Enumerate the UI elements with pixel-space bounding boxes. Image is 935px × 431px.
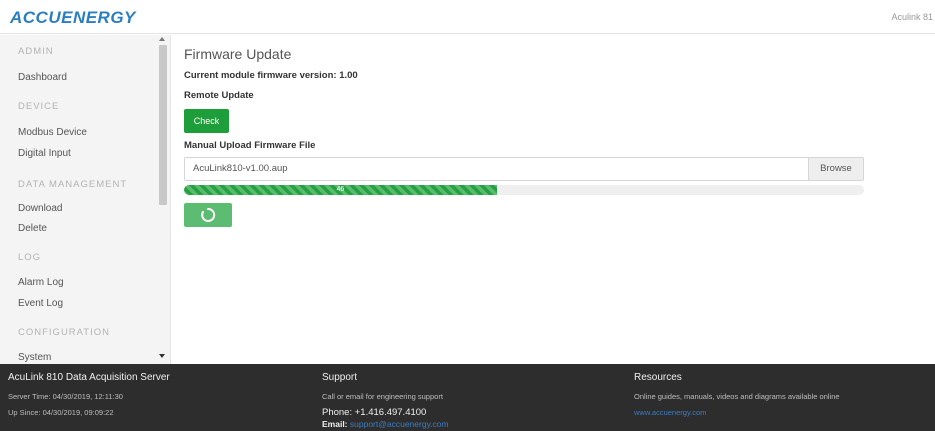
sidebar-item-download[interactable]: Download	[18, 203, 62, 214]
sidebar-section-device: DEVICE	[18, 101, 60, 112]
support-email-link[interactable]: support@accuenergy.com	[350, 419, 449, 429]
sidebar-item-delete[interactable]: Delete	[18, 223, 47, 234]
upload-progress: 46	[184, 185, 864, 195]
firmware-version-value: 1.00	[339, 70, 358, 81]
sidebar-item-modbus-device[interactable]: Modbus Device	[18, 127, 87, 138]
sidebar-item-alarm-log[interactable]: Alarm Log	[18, 277, 64, 288]
upload-progress-bar: 46	[184, 185, 497, 195]
footer: AcuLink 810 Data Acquisition Server Serv…	[0, 364, 935, 431]
sidebar-item-event-log[interactable]: Event Log	[18, 298, 63, 309]
brand-logo[interactable]: ACCUENERGY	[10, 8, 136, 28]
current-firmware-line: Current module firmware version: 1.00	[184, 70, 358, 81]
spinner-icon	[201, 207, 216, 222]
remote-update-heading: Remote Update	[184, 90, 254, 101]
footer-server-title: AcuLink 810 Data Acquisition Server	[8, 372, 170, 383]
browse-button[interactable]: Browse	[809, 157, 864, 181]
sidebar-item-digital-input[interactable]: Digital Input	[18, 148, 71, 159]
scroll-down-icon[interactable]	[159, 354, 165, 358]
sidebar-section-log: LOG	[18, 252, 42, 263]
support-description: Call or email for engineering support	[322, 392, 443, 401]
scrollbar-thumb[interactable]	[159, 45, 167, 205]
manual-upload-heading: Manual Upload Firmware File	[184, 140, 316, 151]
sidebar-scrollbar[interactable]	[158, 35, 168, 364]
sidebar-section-data-management: DATA MANAGEMENT	[18, 179, 128, 190]
firmware-version-label: Current module firmware version:	[184, 70, 337, 81]
support-email-line: Email: support@accuenergy.com	[322, 419, 449, 429]
check-button[interactable]: Check	[184, 109, 229, 133]
footer-resources-title: Resources	[634, 372, 682, 383]
upload-button-loading[interactable]	[184, 203, 232, 227]
top-bar: ACCUENERGY Aculink 81	[0, 0, 935, 34]
firmware-file-input[interactable]: AcuLink810-v1.00.aup	[184, 157, 809, 181]
sidebar: ADMIN Dashboard DEVICE Modbus Device Dig…	[0, 35, 171, 364]
sidebar-section-admin: ADMIN	[18, 46, 54, 57]
resources-link[interactable]: www.accuenergy.com	[634, 408, 706, 417]
footer-support-title: Support	[322, 372, 358, 383]
sidebar-section-configuration: CONFIGURATION	[18, 327, 110, 338]
sidebar-item-system[interactable]: System	[18, 352, 51, 363]
server-time: Server Time: 04/30/2019, 12:11:30	[8, 392, 123, 401]
scroll-up-icon[interactable]	[159, 37, 165, 41]
page-title: Firmware Update	[184, 46, 292, 62]
user-menu[interactable]: Aculink 81	[891, 12, 933, 22]
resources-description: Online guides, manuals, videos and diagr…	[634, 392, 840, 401]
up-since: Up Since: 04/30/2019, 09:09:22	[8, 408, 114, 417]
support-phone: Phone: +1.416.497.4100	[322, 407, 427, 418]
email-label: Email:	[322, 419, 348, 429]
sidebar-item-dashboard[interactable]: Dashboard	[18, 72, 67, 83]
